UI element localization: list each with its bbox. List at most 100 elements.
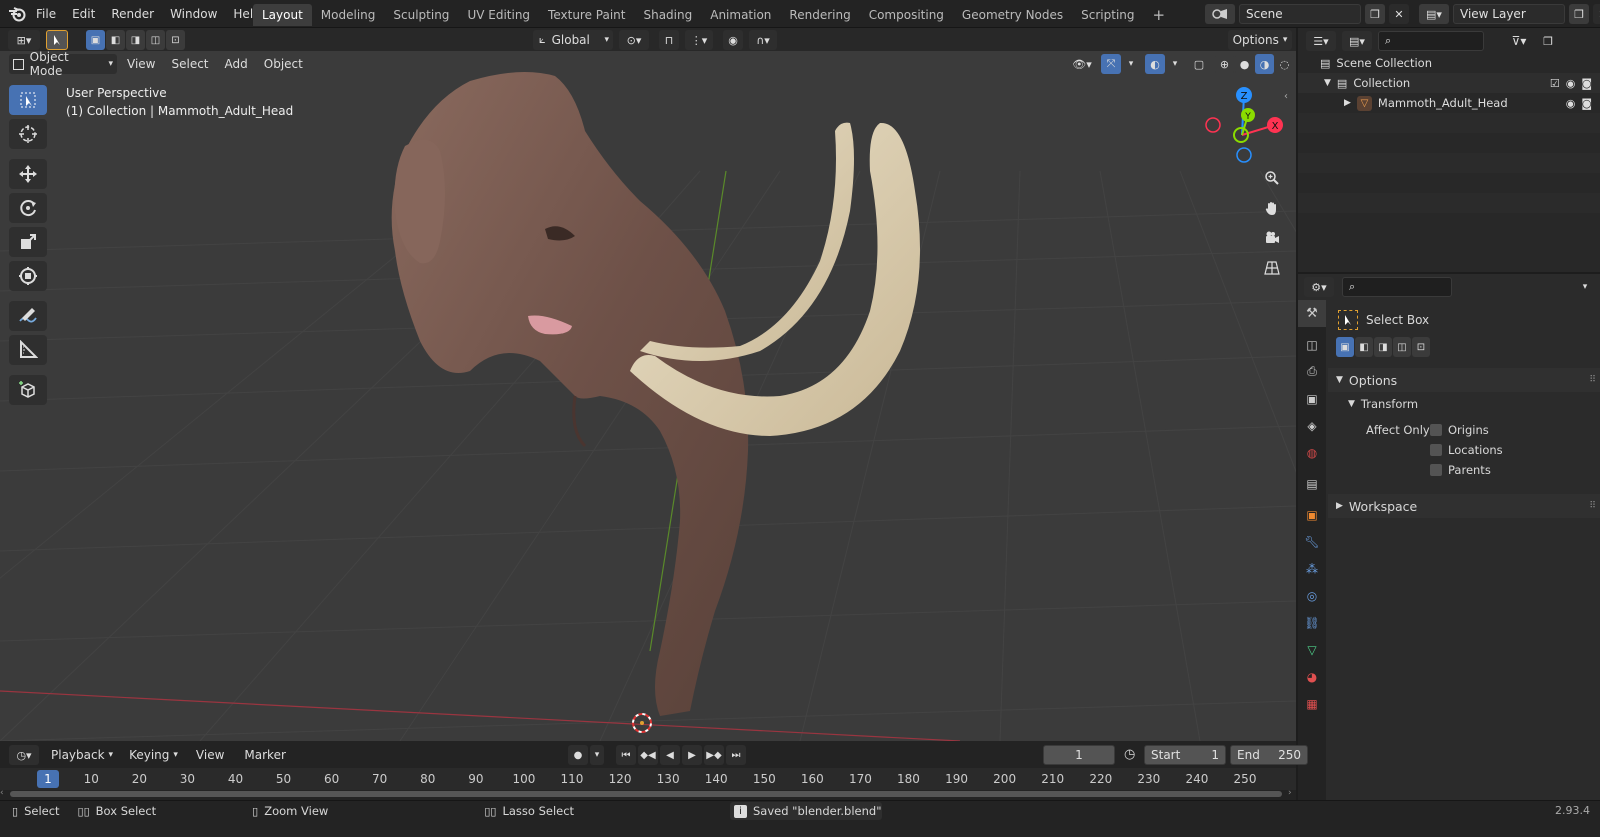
viewport-menu-add[interactable]: Add (219, 54, 254, 74)
filter-icon[interactable]: ⊽▾ (1504, 31, 1534, 51)
menu-edit[interactable]: Edit (64, 0, 103, 28)
sidebar-toggle-icon[interactable]: ‹ (1284, 91, 1288, 102)
select-intersect-icon[interactable]: ⊡ (1412, 337, 1430, 357)
eye-icon[interactable]: ◉ (1566, 77, 1576, 90)
rotate-tool[interactable] (9, 193, 47, 223)
outliner-row-object[interactable]: ▶ ▽ Mammoth_Adult_Head ◉ ◙ (1298, 93, 1600, 113)
select-new-icon[interactable]: ▣ (1336, 337, 1354, 357)
tab-animation[interactable]: Animation (701, 4, 780, 26)
checkbox-box[interactable] (1430, 424, 1442, 436)
outliner-search-input[interactable]: ⌕ (1378, 31, 1484, 51)
record-icon[interactable]: ● (568, 745, 588, 765)
select-subtract-icon[interactable]: ◨ (126, 30, 145, 50)
navigation-gizmo[interactable]: Z X Y (1200, 83, 1290, 163)
preview-range-icon[interactable]: ◷ (1124, 747, 1135, 762)
collection-tab-icon[interactable]: ▤ (1298, 470, 1326, 497)
transform-tool[interactable] (9, 261, 47, 291)
select-intersect-icon[interactable]: ⊡ (166, 30, 185, 50)
measure-tool[interactable] (9, 335, 47, 365)
tab-layout[interactable]: Layout (253, 4, 312, 26)
proportional-edit-icon[interactable]: ◉ (723, 30, 743, 50)
keying-menu[interactable]: Keying ▾ (125, 745, 182, 765)
workspace-panel-header[interactable]: ▶ Workspace ⠿ (1328, 494, 1600, 518)
tab-rendering[interactable]: Rendering (780, 4, 859, 26)
tab-shading[interactable]: Shading (634, 4, 701, 26)
delete-view-layer-icon[interactable]: ✕ (1593, 4, 1600, 24)
transform-subpanel-header[interactable]: ▼ Transform (1328, 392, 1600, 416)
select-invert-icon[interactable]: ◫ (1393, 337, 1411, 357)
transform-orientation-dropdown[interactable]: ⟀ Global ▾ (533, 30, 613, 50)
tab-geometry-nodes[interactable]: Geometry Nodes (953, 4, 1072, 26)
object-tab-icon[interactable]: ▣ (1298, 501, 1326, 528)
view-layer-field[interactable]: View Layer (1453, 4, 1565, 24)
tab-uv-editing[interactable]: UV Editing (458, 4, 539, 26)
end-frame-field[interactable]: End 250 (1230, 745, 1308, 765)
scene-tab-icon[interactable]: ◈ (1298, 412, 1326, 439)
scene-name-field[interactable]: Scene (1239, 4, 1361, 24)
pan-hand-icon[interactable] (1259, 195, 1285, 221)
data-tab-icon[interactable]: ▽ (1298, 636, 1326, 663)
snap-toggle-icon[interactable]: ⊓ (659, 30, 679, 50)
snap-target-icon[interactable]: ⋮▾ (685, 30, 713, 50)
select-extend-icon[interactable]: ◧ (1355, 337, 1373, 357)
record-options-icon[interactable]: ▾ (590, 745, 604, 765)
drag-handle-icon[interactable]: ⠿ (1589, 375, 1600, 385)
render-tab-icon[interactable]: ◫ (1298, 331, 1326, 358)
properties-editor-type-icon[interactable]: ⚙▾ (1304, 277, 1334, 297)
menu-render[interactable]: Render (103, 0, 162, 28)
physics-tab-icon[interactable]: ◎ (1298, 582, 1326, 609)
outliner-row-scene-collection[interactable]: ▤ Scene Collection (1298, 53, 1600, 73)
world-tab-icon[interactable]: ◍ (1298, 439, 1326, 466)
tab-compositing[interactable]: Compositing (860, 4, 953, 26)
scroll-right-icon[interactable]: › (1288, 788, 1292, 798)
solid-shading-icon[interactable]: ● (1235, 54, 1254, 74)
xray-toggle-icon[interactable]: ▢ (1189, 54, 1209, 74)
timeline-view-menu[interactable]: View (190, 745, 230, 765)
material-shading-icon[interactable]: ◑ (1255, 54, 1274, 74)
expand-arrow-icon[interactable]: ▶ (1344, 98, 1351, 108)
modifier-tab-icon[interactable]: 🔧︎ (1298, 528, 1326, 555)
delete-scene-icon[interactable]: ✕ (1389, 4, 1409, 24)
visibility-icon[interactable]: 👁▾ (1067, 54, 1097, 74)
next-keyframe-icon[interactable]: ▶◆ (704, 745, 724, 765)
scale-tool[interactable] (9, 227, 47, 257)
display-mode-icon[interactable]: ▤▾ (1342, 31, 1372, 51)
material-tab-icon[interactable]: ◕ (1298, 663, 1326, 690)
scene-selector-icon[interactable] (1205, 4, 1235, 24)
3d-viewport[interactable]: User Perspective (1) Collection | Mammot… (0, 51, 1296, 741)
play-reverse-icon[interactable]: ◀ (660, 745, 680, 765)
viewport-menu-object[interactable]: Object (258, 54, 309, 74)
tab-texture-paint[interactable]: Texture Paint (539, 4, 634, 26)
origins-checkbox[interactable]: Origins (1430, 420, 1503, 440)
properties-options-icon[interactable]: ▾ (1576, 277, 1594, 297)
overlay-toggle-icon[interactable]: ◐ (1145, 54, 1165, 74)
prev-keyframe-icon[interactable]: ◆◀ (638, 745, 658, 765)
texture-tab-icon[interactable]: ▦ (1298, 690, 1326, 717)
viewport-menu-select[interactable]: Select (165, 54, 214, 74)
gizmo-dropdown-icon[interactable]: ▾ (1125, 54, 1137, 74)
properties-search-input[interactable]: ⌕ (1342, 277, 1452, 297)
view-layer-tab-icon[interactable]: ▣ (1298, 385, 1326, 412)
menu-window[interactable]: Window (162, 0, 225, 28)
output-tab-icon[interactable]: ⎙ (1298, 358, 1326, 385)
active-tool-icon[interactable] (46, 30, 68, 50)
pivot-point-icon[interactable]: ⊙▾ (619, 30, 649, 50)
timeline-scrollbar[interactable] (10, 791, 1282, 797)
constraints-tab-icon[interactable]: ⛓︎ (1298, 609, 1326, 636)
annotate-tool[interactable] (9, 301, 47, 331)
add-cube-tool[interactable] (9, 375, 47, 405)
select-new-icon[interactable]: ▣ (86, 30, 105, 50)
options-dropdown[interactable]: Options ▾ (1228, 30, 1292, 50)
render-camera-icon[interactable]: ◙ (1581, 77, 1592, 90)
mode-dropdown[interactable]: Object Mode ▾ (9, 50, 117, 78)
move-tool[interactable] (9, 159, 47, 189)
add-workspace-button[interactable]: + (1144, 4, 1175, 26)
eye-icon[interactable]: ◉ (1566, 97, 1576, 110)
menu-file[interactable]: File (28, 0, 64, 28)
play-icon[interactable]: ▶ (682, 745, 702, 765)
tab-sculpting[interactable]: Sculpting (384, 4, 458, 26)
checkbox-box[interactable] (1430, 464, 1442, 476)
checkbox-box[interactable] (1430, 444, 1442, 456)
rendered-shading-icon[interactable]: ◌ (1275, 54, 1294, 74)
checkbox-icon[interactable]: ☑ (1550, 77, 1560, 90)
